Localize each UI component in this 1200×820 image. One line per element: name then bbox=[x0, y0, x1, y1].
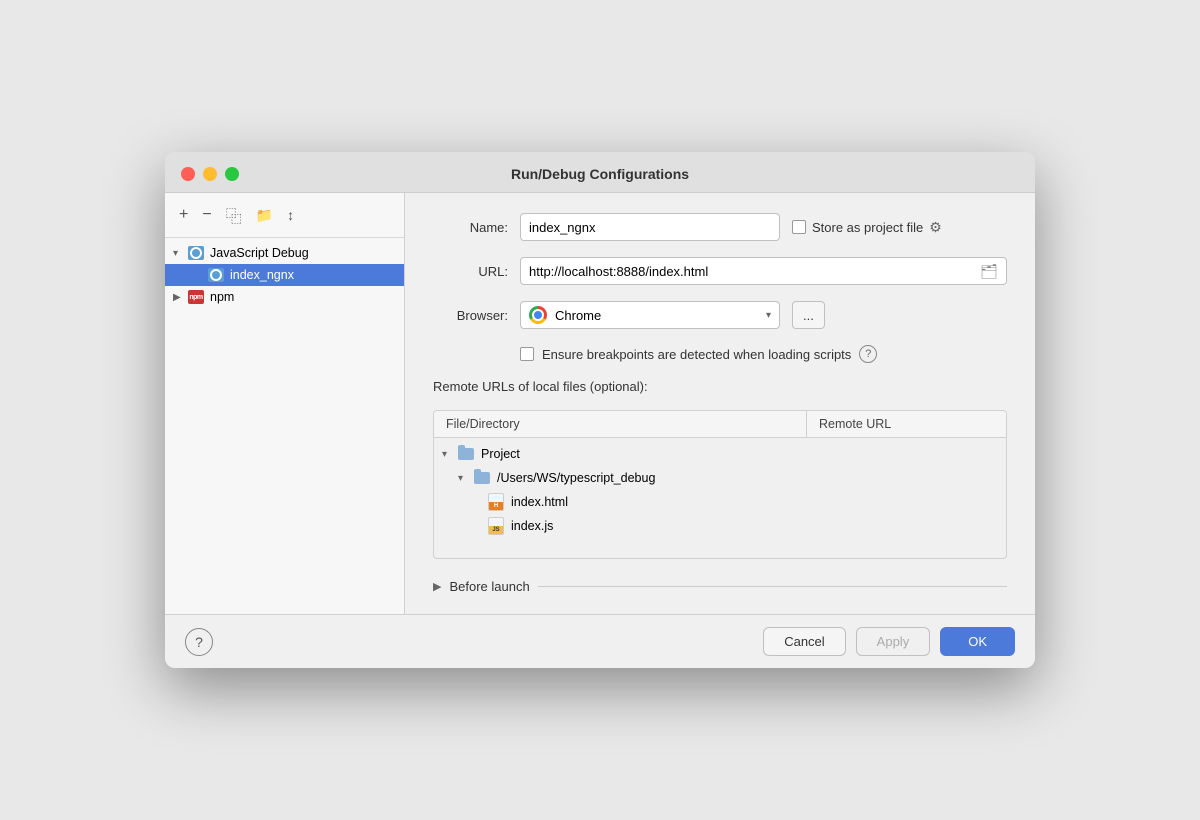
cancel-button[interactable]: Cancel bbox=[763, 627, 845, 656]
chevron-down-icon: ▾ bbox=[766, 310, 771, 321]
html-file-icon: H bbox=[486, 493, 506, 511]
minimize-button[interactable] bbox=[203, 167, 217, 181]
tree-expand-arrow: ▶ bbox=[173, 292, 187, 303]
browser-more-button[interactable]: ... bbox=[792, 301, 825, 329]
browser-dropdown[interactable]: Chrome ▾ bbox=[520, 301, 780, 329]
url-input-wrapper: 🗂 bbox=[520, 257, 1007, 285]
file-label: Project bbox=[481, 447, 520, 461]
url-folder-icon[interactable]: 🗂 bbox=[972, 263, 1006, 280]
folder-icon bbox=[187, 245, 205, 261]
apply-button[interactable]: Apply bbox=[856, 627, 931, 656]
table-row[interactable]: ▾ /Users/WS/typescript_debug bbox=[434, 466, 1006, 490]
ensure-breakpoints-checkbox[interactable] bbox=[520, 347, 534, 361]
before-launch-section: ▶ Before launch bbox=[433, 579, 1007, 594]
bottom-bar: ? Cancel Apply OK bbox=[165, 614, 1035, 668]
main-panel: Name: Store as project file ⚙ URL: 🗂 Bro… bbox=[405, 193, 1035, 614]
sidebar-item-label: index_ngnx bbox=[230, 268, 294, 282]
sidebar-item-label: JavaScript Debug bbox=[210, 246, 309, 260]
file-label: index.js bbox=[511, 519, 553, 533]
url-row: URL: 🗂 bbox=[433, 257, 1007, 285]
table-header: File/Directory Remote URL bbox=[434, 411, 1006, 438]
tree-arrow: ▾ bbox=[442, 449, 456, 460]
store-project-area: Store as project file ⚙ bbox=[792, 219, 942, 236]
file-directory-table: File/Directory Remote URL ▾ Project ▾ bbox=[433, 410, 1007, 559]
plus-icon: + bbox=[179, 206, 188, 224]
remote-urls-section: Remote URLs of local files (optional): bbox=[433, 379, 1007, 394]
url-input[interactable] bbox=[521, 260, 972, 283]
project-folder-icon bbox=[456, 445, 476, 463]
col-url-header: Remote URL bbox=[806, 411, 1006, 437]
sidebar-item-js-debug-group[interactable]: ▾ JavaScript Debug bbox=[165, 242, 404, 264]
js-file-icon: JS bbox=[486, 517, 506, 535]
run-debug-dialog: Run/Debug Configurations + − ⿻ 📁 ↕ bbox=[165, 152, 1035, 668]
store-project-label: Store as project file bbox=[812, 220, 923, 235]
before-launch-divider bbox=[538, 586, 1007, 587]
table-row[interactable]: H index.html bbox=[434, 490, 1006, 514]
add-config-button[interactable]: + bbox=[175, 204, 192, 226]
ensure-breakpoints-label: Ensure breakpoints are detected when loa… bbox=[542, 347, 851, 362]
url-label: URL: bbox=[433, 264, 508, 279]
table-body: ▾ Project ▾ /Users/WS/typescript_debug bbox=[434, 438, 1006, 558]
config-tree: ▾ JavaScript Debug index_ngnx ▶ bbox=[165, 238, 404, 614]
tree-arrow: ▾ bbox=[458, 473, 472, 484]
before-launch-arrow[interactable]: ▶ bbox=[433, 580, 441, 593]
sort-icon: ↕ bbox=[287, 207, 294, 223]
remove-config-button[interactable]: − bbox=[198, 204, 215, 226]
name-input[interactable] bbox=[520, 213, 780, 241]
store-project-checkbox[interactable] bbox=[792, 220, 806, 234]
npm-icon: npm bbox=[187, 289, 205, 305]
help-icon[interactable]: ? bbox=[859, 345, 877, 363]
close-button[interactable] bbox=[181, 167, 195, 181]
table-row[interactable]: JS index.js bbox=[434, 514, 1006, 538]
name-label: Name: bbox=[433, 220, 508, 235]
title-bar: Run/Debug Configurations bbox=[165, 152, 1035, 193]
sidebar: + − ⿻ 📁 ↕ ▾ bbox=[165, 193, 405, 614]
remote-urls-label: Remote URLs of local files (optional): bbox=[433, 379, 648, 394]
dialog-body: + − ⿻ 📁 ↕ ▾ bbox=[165, 193, 1035, 614]
window-controls bbox=[181, 167, 239, 181]
breakpoints-row: Ensure breakpoints are detected when loa… bbox=[520, 345, 1007, 363]
browser-label: Browser: bbox=[433, 308, 508, 323]
file-label: index.html bbox=[511, 495, 568, 509]
ok-button[interactable]: OK bbox=[940, 627, 1015, 656]
gear-icon[interactable]: ⚙ bbox=[929, 219, 942, 236]
browser-row: Browser: Chrome ▾ ... bbox=[433, 301, 1007, 329]
before-launch-label: Before launch bbox=[449, 579, 529, 594]
minus-icon: − bbox=[202, 206, 211, 224]
subfolder-icon bbox=[472, 469, 492, 487]
move-up-icon: 📁 bbox=[256, 207, 273, 224]
table-row[interactable]: ▾ Project bbox=[434, 442, 1006, 466]
chrome-icon bbox=[529, 306, 547, 324]
sidebar-item-npm[interactable]: ▶ npm npm bbox=[165, 286, 404, 308]
action-buttons: Cancel Apply OK bbox=[763, 627, 1015, 656]
browser-value: Chrome bbox=[555, 308, 758, 323]
sidebar-toolbar: + − ⿻ 📁 ↕ bbox=[165, 193, 404, 238]
copy-config-button[interactable]: ⿻ bbox=[222, 201, 246, 229]
maximize-button[interactable] bbox=[225, 167, 239, 181]
config-icon bbox=[207, 267, 225, 283]
dialog-title: Run/Debug Configurations bbox=[511, 166, 689, 182]
sidebar-item-index-ngnx[interactable]: index_ngnx bbox=[165, 264, 404, 286]
sort-config-button[interactable]: ↕ bbox=[283, 205, 298, 225]
tree-expand-arrow: ▾ bbox=[173, 248, 187, 259]
move-config-button[interactable]: 📁 bbox=[252, 205, 277, 226]
sidebar-item-label: npm bbox=[210, 290, 234, 304]
copy-icon: ⿻ bbox=[226, 203, 242, 227]
file-label: /Users/WS/typescript_debug bbox=[497, 471, 655, 485]
help-button[interactable]: ? bbox=[185, 628, 213, 656]
col-file-header: File/Directory bbox=[434, 411, 806, 437]
name-row: Name: Store as project file ⚙ bbox=[433, 213, 1007, 241]
